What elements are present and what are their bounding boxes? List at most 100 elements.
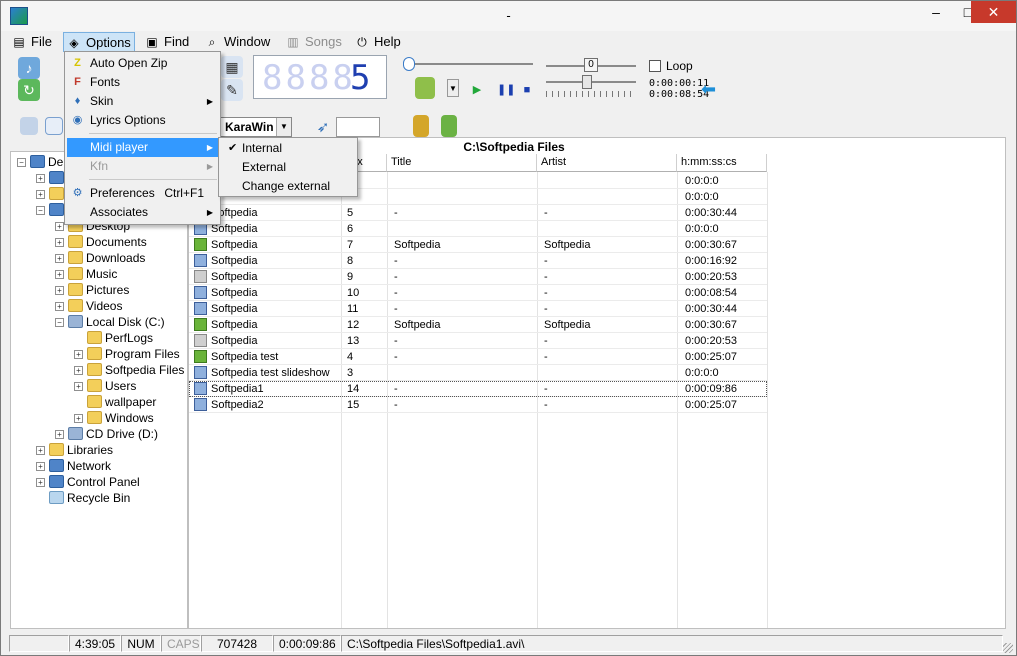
tree-item[interactable]: − Local Disk (C:) <box>55 314 165 330</box>
loop-checkbox-box[interactable] <box>649 60 661 72</box>
jukebox-right-icon[interactable] <box>441 115 457 137</box>
column-header-artist[interactable]: Artist <box>537 154 677 172</box>
expand-icon[interactable]: + <box>36 174 45 183</box>
table-row[interactable]: Softpedia 5- -0:00:30:44 <box>189 205 767 221</box>
expand-icon[interactable]: + <box>36 478 45 487</box>
table-row[interactable]: Softpedia test 4 - - 0:00:25:07 <box>189 349 767 365</box>
player-combo[interactable]: KaraWin ▼ <box>220 117 292 137</box>
tree-item[interactable]: + Network <box>36 458 111 474</box>
tree-item[interactable]: + Control Panel <box>36 474 140 490</box>
tree-item[interactable]: + Users <box>74 378 136 394</box>
back-arrow-icon[interactable]: ⬅ <box>701 79 716 100</box>
jukebox-dropdown-icon[interactable]: ▼ <box>447 79 459 97</box>
tree-item[interactable]: − <box>36 202 67 218</box>
loop-checkbox[interactable]: Loop <box>649 59 693 73</box>
tree-item[interactable]: wallpaper <box>74 394 156 410</box>
volume-value[interactable]: 0 <box>584 58 598 72</box>
column-header-title[interactable]: Title <box>387 154 537 172</box>
menu-find[interactable]: ▣ Find <box>142 32 194 52</box>
table-row[interactable]: Softpedia test slideshow 3 0:0:0:0 <box>189 365 767 381</box>
options-menu-item[interactable]: ♦ Skin ▶ <box>67 92 218 111</box>
calendar-icon[interactable] <box>45 117 63 135</box>
table-row[interactable]: Softpedia 9 - - 0:00:20:53 <box>189 269 767 285</box>
tree-item[interactable]: + CD Drive (D:) <box>55 426 158 442</box>
tree-item[interactable]: + Videos <box>55 298 122 314</box>
jukebox-icon[interactable] <box>415 77 435 99</box>
expand-icon[interactable]: + <box>36 446 45 455</box>
tempo-slider-thumb[interactable] <box>582 75 592 89</box>
play-list-icon[interactable]: ♪ <box>18 57 40 79</box>
tree-item[interactable]: Recycle Bin <box>36 490 130 506</box>
refresh-icon[interactable]: ↻ <box>18 79 40 101</box>
table-row[interactable]: Softpedia 12 Softpedia Softpedia 0:00:30:67 <box>189 317 767 333</box>
tree-item[interactable]: + Pictures <box>55 282 129 298</box>
collapse-icon[interactable]: − <box>55 318 64 327</box>
options-menu-item[interactable]: Kfn ▶ <box>67 157 218 176</box>
options-menu-item[interactable]: ◉ Lyrics Options <box>67 111 218 130</box>
tree-item[interactable]: + Softpedia Files <box>74 362 184 378</box>
menu-window[interactable]: ⌕ Window <box>202 32 274 52</box>
rocket-icon[interactable]: ➶ <box>313 117 333 137</box>
file-list[interactable]: C:\Softpedia Files dex Title Artist h:mm… <box>188 137 1006 629</box>
resize-grip[interactable] <box>1003 643 1013 653</box>
table-row[interactable]: Softpedia1 14 - - 0:00:09:86 <box>189 381 767 397</box>
position-slider-thumb[interactable] <box>403 57 415 71</box>
expand-icon[interactable]: + <box>55 270 64 279</box>
grid-icon[interactable]: ▦ <box>221 56 243 78</box>
midi-submenu-item[interactable]: External <box>221 158 355 177</box>
table-row[interactable]: Softpedia 10 - - 0:00:08:54 <box>189 285 767 301</box>
tree-item[interactable]: + Documents <box>55 234 147 250</box>
pause-icon[interactable]: ❚❚ <box>497 82 515 98</box>
explorer-icon[interactable] <box>20 117 38 135</box>
minimize-button[interactable]: – <box>921 1 951 23</box>
tree-item[interactable]: + <box>36 170 67 186</box>
expand-icon[interactable]: + <box>74 350 83 359</box>
expand-icon[interactable]: + <box>55 286 64 295</box>
menu-file[interactable]: ▤ File <box>9 32 53 52</box>
options-menu-item[interactable]: ⚙ Preferences Ctrl+F1 <box>67 184 218 203</box>
collapse-icon[interactable]: − <box>17 158 26 167</box>
table-row[interactable]: Softpedia2 15 - - 0:00:25:07 <box>189 397 767 413</box>
expand-icon[interactable]: + <box>55 254 64 263</box>
table-row[interactable]: Softpedia 11 - - 0:00:30:44 <box>189 301 767 317</box>
column-header-duration[interactable]: h:mm:ss:cs <box>677 154 767 172</box>
jukebox-left-icon[interactable] <box>413 115 429 137</box>
close-button[interactable]: ✕ <box>971 1 1016 23</box>
menu-options[interactable]: ◈ Options <box>63 32 135 52</box>
position-slider[interactable] <box>405 63 533 65</box>
midi-submenu-item[interactable]: ✔ Internal <box>221 139 355 158</box>
tree-item[interactable]: + Program Files <box>74 346 180 362</box>
options-menu-item[interactable]: Midi player ▶ <box>67 138 218 157</box>
table-row[interactable]: Softpedia 6 0:0:0:0 <box>189 221 767 237</box>
expand-icon[interactable]: + <box>55 238 64 247</box>
options-menu-item[interactable]: Associates ▶ <box>67 203 218 222</box>
tree-item[interactable]: + Downloads <box>55 250 145 266</box>
tree-item[interactable]: PerfLogs <box>74 330 153 346</box>
collapse-icon[interactable]: − <box>36 206 45 215</box>
table-row[interactable]: Softpedia 13 - - 0:00:20:53 <box>189 333 767 349</box>
table-row[interactable]: Softpedia 8 - - 0:00:16:92 <box>189 253 767 269</box>
menu-songs[interactable]: ▥ Songs <box>283 32 343 52</box>
expand-icon[interactable]: + <box>74 414 83 423</box>
tree-item[interactable]: + Libraries <box>36 442 113 458</box>
expand-icon[interactable]: + <box>36 190 45 199</box>
table-row[interactable]: Softpedia 7 Softpedia Softpedia 0:00:30:67 <box>189 237 767 253</box>
options-menu-item[interactable]: Z Auto Open Zip <box>67 54 218 73</box>
menu-help[interactable]: ⏻ Help <box>352 32 404 52</box>
midi-submenu-item[interactable]: Change external <box>221 177 355 196</box>
expand-icon[interactable]: + <box>74 366 83 375</box>
search-box[interactable] <box>336 117 380 137</box>
stop-icon[interactable]: ■ <box>519 82 535 98</box>
expand-icon[interactable]: + <box>55 222 64 231</box>
expand-icon[interactable]: + <box>55 430 64 439</box>
expand-icon[interactable]: + <box>74 382 83 391</box>
expand-icon[interactable]: + <box>36 462 45 471</box>
tree-item[interactable]: + <box>36 186 67 202</box>
tree-item[interactable]: − De <box>17 154 63 170</box>
expand-icon[interactable]: + <box>55 302 64 311</box>
combo-dropdown-icon[interactable]: ▼ <box>276 118 291 136</box>
play-icon[interactable]: ▶ <box>469 82 485 98</box>
tree-item[interactable]: + Music <box>55 266 117 282</box>
options-menu-item[interactable]: F Fonts <box>67 73 218 92</box>
tree-item[interactable]: + Windows <box>74 410 154 426</box>
